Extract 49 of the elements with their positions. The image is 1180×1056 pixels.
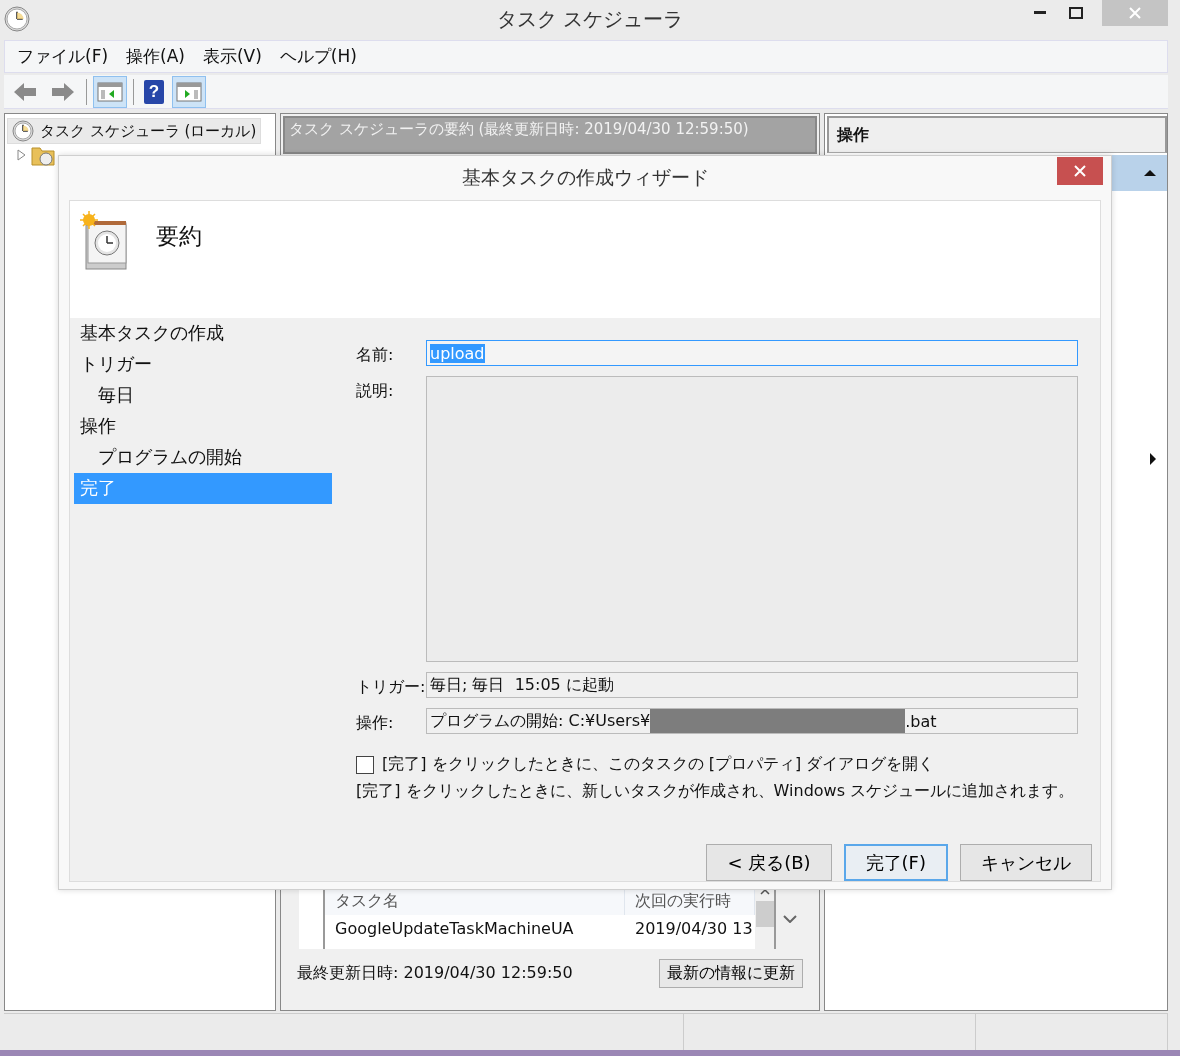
wizard-step[interactable]: 基本タスクの作成 xyxy=(74,318,332,349)
window-title: タスク スケジューラ xyxy=(496,6,684,33)
submenu-arrow-icon xyxy=(1149,453,1157,465)
wizard-step[interactable]: 毎日 xyxy=(74,380,332,411)
last-updated-text: 最終更新日時: 2019/04/30 12:59:50 xyxy=(297,963,573,984)
page-heading: 要約 xyxy=(156,222,202,251)
column-header[interactable]: タスク名 xyxy=(325,889,625,915)
checkbox-label[interactable]: [完了] をクリックしたときに、このタスクの [プロパティ] ダイアログを開く xyxy=(382,754,935,775)
action-field: プログラムの開始: C:¥Users¥ .bat xyxy=(426,708,1078,734)
folder-icon xyxy=(31,144,55,166)
menu-item[interactable]: 表示(V) xyxy=(196,43,268,70)
maximize-icon xyxy=(1069,7,1083,19)
clock-calendar-icon xyxy=(80,211,128,273)
menu-item[interactable]: ファイル(F) xyxy=(11,43,115,70)
expand-arrow-icon[interactable] xyxy=(17,149,27,161)
scroll-thumb[interactable] xyxy=(755,901,774,927)
info-text: [完了] をクリックしたときに、新しいタスクが作成され、Windows スケジュールに追加されます。 xyxy=(356,781,1076,802)
description-field[interactable] xyxy=(426,376,1078,662)
trigger-field: 毎日; 毎日 15:05 に起動 xyxy=(426,672,1078,698)
column-header[interactable]: 次回の実行時 xyxy=(625,889,755,915)
dialog-button[interactable]: キャンセル xyxy=(960,844,1092,881)
close-icon xyxy=(1073,164,1087,178)
wizard-step[interactable]: 操作 xyxy=(74,411,332,442)
clock-icon xyxy=(12,120,34,142)
close-button[interactable] xyxy=(1102,0,1168,26)
wizard-step[interactable]: トリガー xyxy=(74,349,332,380)
summary-header: タスク スケジューラの要約 (最終更新日時: 2019/04/30 12:59:50) xyxy=(283,116,817,154)
field-label: 名前: xyxy=(356,344,395,366)
collapse-arrow-icon xyxy=(1143,169,1157,177)
tree-item[interactable]: タスク スケジューラ (ローカル) xyxy=(7,118,262,144)
field-label: 説明: xyxy=(356,380,395,402)
menu-item[interactable]: 操作(A) xyxy=(120,43,191,70)
close-icon xyxy=(1129,7,1141,19)
dialog-button[interactable]: < 戻る(B) xyxy=(706,844,832,881)
dialog-button[interactable]: 完了(F) xyxy=(843,844,948,881)
field-label: トリガー: xyxy=(356,676,426,698)
wizard-step[interactable]: プログラムの開始 xyxy=(74,442,332,473)
dialog-title: 基本タスクの作成ウィザード xyxy=(461,165,709,190)
table-cell-text: 2019/04/30 13 xyxy=(634,918,754,940)
dialog-close-button[interactable] xyxy=(1057,157,1103,185)
scrollbar[interactable] xyxy=(755,889,777,949)
minimize-icon xyxy=(1034,11,1046,15)
table-cell-text: GoogleUpdateTaskMachineUA xyxy=(334,918,575,940)
actions-header: 操作 xyxy=(827,116,1167,153)
checkbox[interactable] xyxy=(356,755,374,774)
menu-item[interactable]: ヘルプ(H) xyxy=(273,43,363,70)
clock-icon xyxy=(4,6,30,32)
refresh-button[interactable]: 最新の情報に更新 xyxy=(659,959,803,988)
field-label: 操作: xyxy=(356,712,395,734)
